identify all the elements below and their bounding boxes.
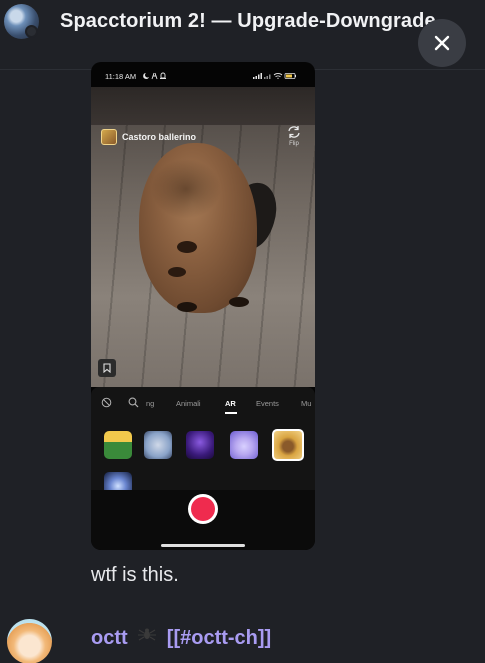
record-button[interactable] bbox=[188, 494, 218, 524]
tab-events[interactable]: Events bbox=[256, 399, 279, 408]
close-icon bbox=[434, 35, 450, 51]
tab-partial-right[interactable]: Mu bbox=[301, 399, 311, 408]
username[interactable]: octt bbox=[91, 627, 128, 649]
close-button[interactable] bbox=[418, 19, 466, 67]
effect-thumbnail bbox=[101, 129, 117, 145]
effect-item-ufo[interactable] bbox=[186, 431, 214, 459]
effect-item-dragon[interactable] bbox=[144, 431, 172, 459]
tab-partial-left[interactable]: ng bbox=[146, 399, 154, 408]
moon-icon bbox=[143, 73, 149, 79]
record-icon bbox=[191, 497, 215, 521]
effect-name: Castoro ballerino bbox=[122, 132, 197, 142]
no-effect-icon[interactable] bbox=[101, 397, 112, 408]
beaver-head bbox=[151, 159, 221, 219]
effect-item-game-scene[interactable] bbox=[104, 431, 132, 459]
status-right-icons bbox=[253, 73, 296, 79]
effect-label[interactable]: Castoro ballerino bbox=[101, 129, 196, 145]
image-attachment[interactable]: 11:18 AM Castoro ballerino Flip ng Anima… bbox=[91, 62, 315, 550]
flip-camera-button[interactable]: Flip bbox=[283, 125, 305, 147]
next-message-sender: octt [[#octt-ch]] bbox=[91, 626, 271, 650]
channel-link[interactable]: [[#octt-ch]] bbox=[167, 627, 271, 649]
status-time: 11:18 AM bbox=[105, 72, 137, 81]
background-wall bbox=[91, 87, 315, 125]
bookmark-icon bbox=[103, 363, 111, 373]
room-header: Spacctorium 2! — Upgrade-Downgrade bbox=[0, 0, 485, 70]
phone-status-bar: 11:18 AM bbox=[91, 70, 315, 84]
bookmark-button[interactable] bbox=[98, 359, 116, 377]
flip-label: Flip bbox=[289, 141, 299, 147]
effect-item-beaver-selected[interactable] bbox=[272, 429, 304, 461]
wifi-icon bbox=[273, 73, 283, 79]
battery-icon bbox=[284, 73, 296, 79]
active-tab-indicator bbox=[225, 412, 237, 414]
flip-camera-icon bbox=[288, 126, 300, 138]
tab-ar[interactable]: AR bbox=[225, 399, 236, 408]
status-left-icons bbox=[143, 72, 166, 80]
message-body: wtf is this. bbox=[91, 564, 179, 586]
user-avatar[interactable] bbox=[7, 619, 52, 663]
tab-animali[interactable]: Animali bbox=[176, 399, 201, 408]
room-title: Spacctorium 2! — Upgrade-Downgrade bbox=[60, 10, 436, 32]
ar-camera-view: Castoro ballerino Flip bbox=[91, 87, 315, 387]
beaver-paws bbox=[168, 241, 249, 312]
signal-icon bbox=[253, 73, 262, 79]
bell-icon bbox=[160, 72, 166, 79]
search-icon[interactable] bbox=[128, 397, 139, 408]
effect-item-hand[interactable] bbox=[230, 431, 258, 459]
spider-icon bbox=[138, 626, 157, 647]
home-indicator bbox=[161, 544, 245, 547]
signal-icon bbox=[264, 74, 271, 79]
spider-glyph bbox=[138, 628, 157, 641]
record-area bbox=[91, 490, 315, 550]
effect-category-tabs: ng Animali AR Events Mu bbox=[91, 396, 315, 414]
network-icon bbox=[151, 72, 158, 80]
avatar-status-badge bbox=[25, 25, 38, 38]
effects-tray: ng Animali AR Events Mu bbox=[91, 387, 315, 500]
